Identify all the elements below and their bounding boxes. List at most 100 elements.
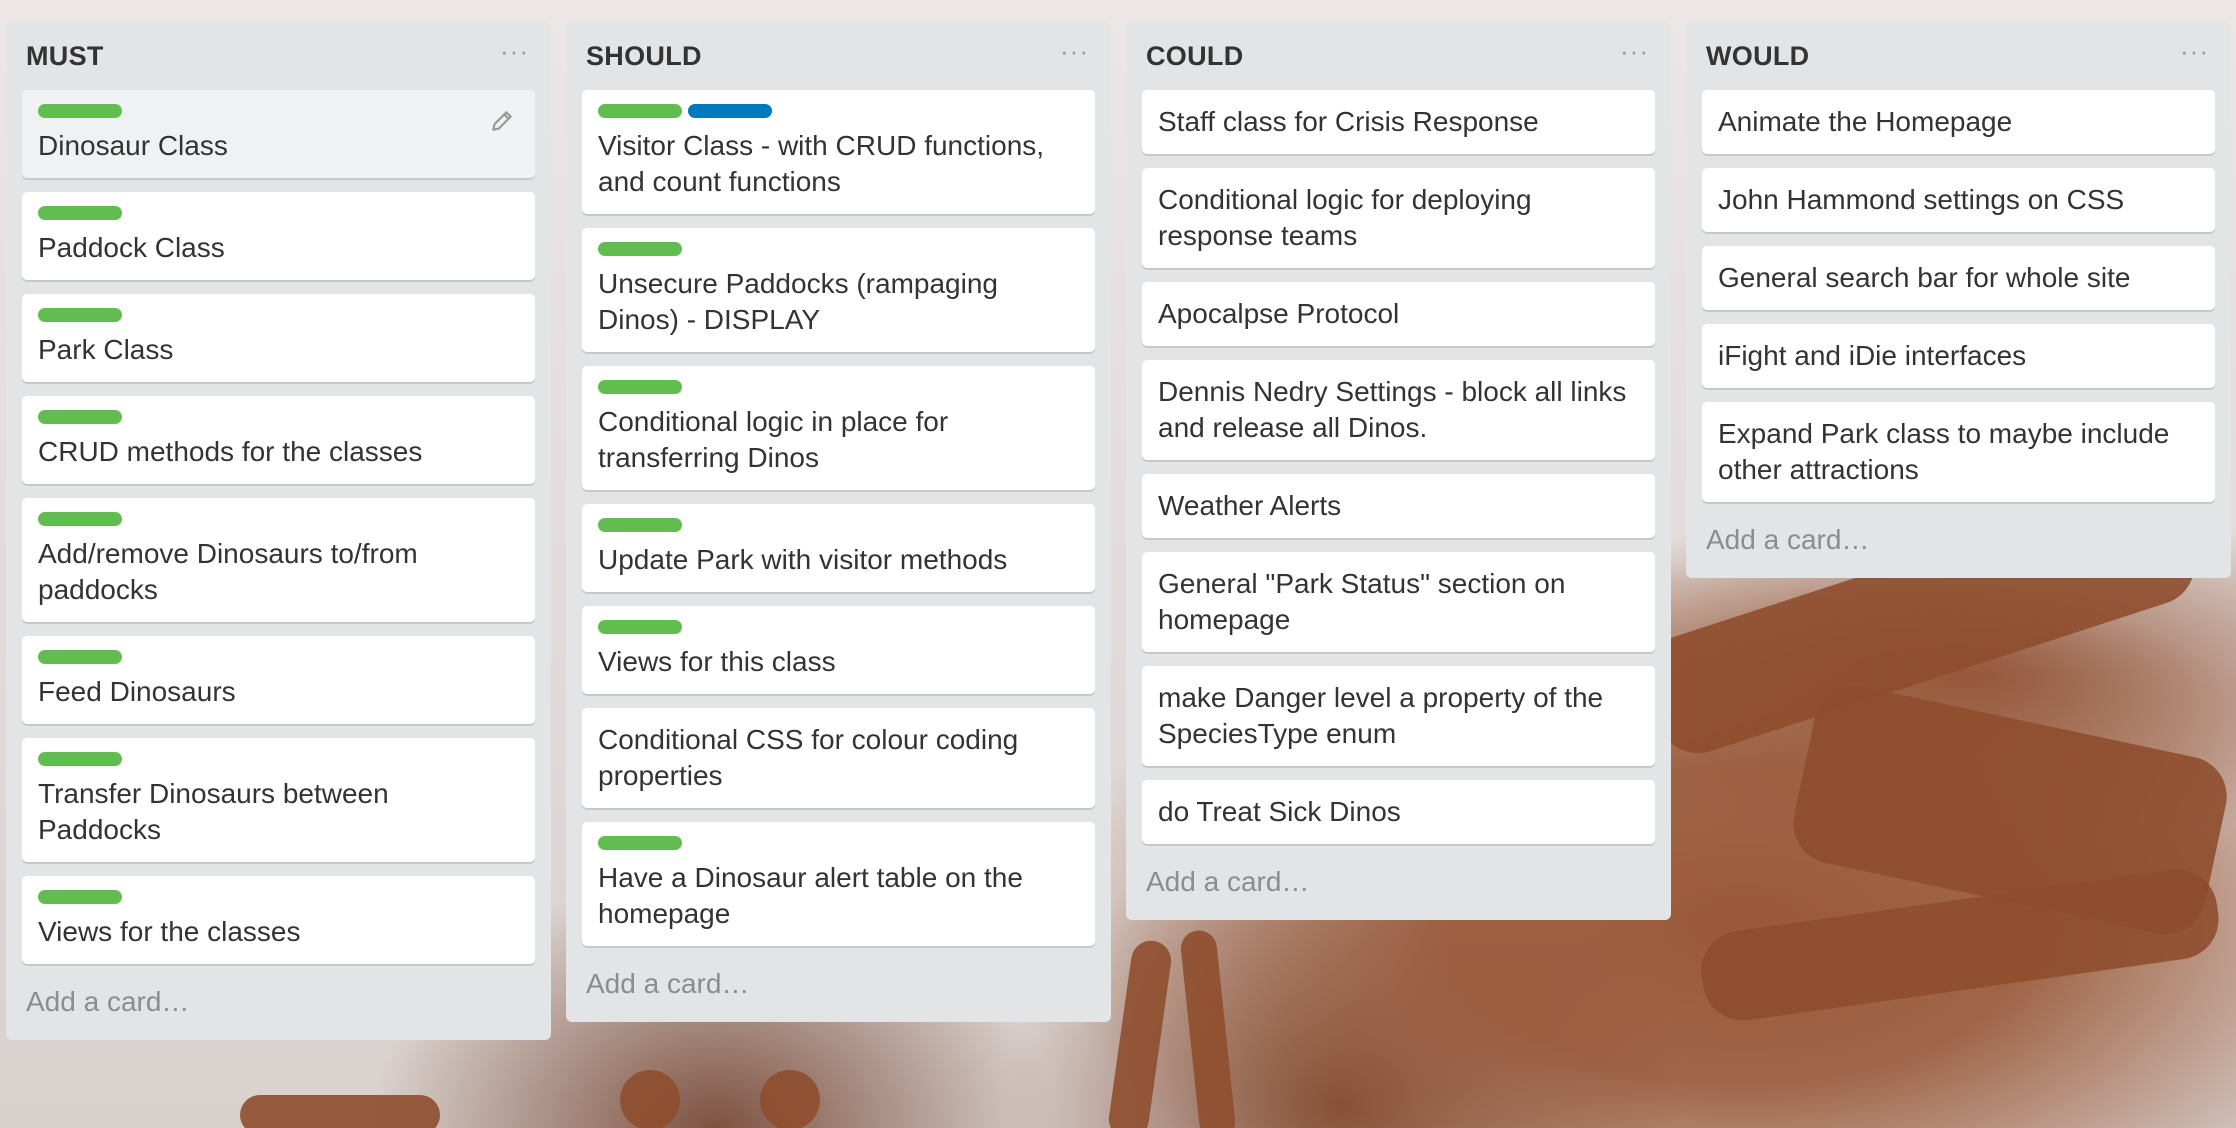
label-green xyxy=(598,518,682,532)
card-labels xyxy=(598,620,1079,634)
card[interactable]: Conditional logic in place for transferr… xyxy=(582,366,1095,490)
card[interactable]: Paddock Class xyxy=(22,192,535,280)
card[interactable]: do Treat Sick Dinos xyxy=(1142,780,1655,844)
add-card-button[interactable]: Add a card… xyxy=(1702,502,2215,578)
card-labels xyxy=(38,512,519,526)
card[interactable]: Add/remove Dinosaurs to/from paddocks xyxy=(22,498,535,622)
card[interactable]: Conditional CSS for colour coding proper… xyxy=(582,708,1095,808)
card[interactable]: Views for the classes xyxy=(22,876,535,964)
card-list: Visitor Class - with CRUD functions, and… xyxy=(582,90,1095,946)
card[interactable]: Visitor Class - with CRUD functions, and… xyxy=(582,90,1095,214)
card[interactable]: CRUD methods for the classes xyxy=(22,396,535,484)
add-card-button[interactable]: Add a card… xyxy=(1142,844,1655,920)
label-green xyxy=(38,206,122,220)
card-title: iFight and iDie interfaces xyxy=(1718,340,2027,371)
label-green xyxy=(38,410,122,424)
card[interactable]: Animate the Homepage xyxy=(1702,90,2215,154)
card-title: Transfer Dinosaurs between Paddocks xyxy=(38,778,389,845)
label-green xyxy=(598,242,682,256)
ellipsis-icon[interactable]: ··· xyxy=(2180,38,2209,74)
pencil-icon[interactable] xyxy=(489,108,515,134)
card[interactable]: General "Park Status" section on homepag… xyxy=(1142,552,1655,652)
card-labels xyxy=(38,308,519,322)
card-labels xyxy=(38,410,519,424)
card-title: Visitor Class - with CRUD functions, and… xyxy=(598,130,1045,197)
card[interactable]: Dennis Nedry Settings - block all links … xyxy=(1142,360,1655,460)
card-title: Views for the classes xyxy=(38,916,301,947)
label-green xyxy=(38,752,122,766)
card-labels xyxy=(598,242,1079,256)
label-blue xyxy=(688,104,772,118)
card[interactable]: Transfer Dinosaurs between Paddocks xyxy=(22,738,535,862)
add-card-button[interactable]: Add a card… xyxy=(582,946,1095,1022)
card-labels xyxy=(38,206,519,220)
card-title: Park Class xyxy=(38,334,174,365)
card[interactable]: Dinosaur Class xyxy=(22,90,535,178)
card[interactable]: Have a Dinosaur alert table on the homep… xyxy=(582,822,1095,946)
card-labels xyxy=(38,752,519,766)
list-title: SHOULD xyxy=(586,40,702,71)
ellipsis-icon[interactable]: ··· xyxy=(500,38,529,74)
card-title: Staff class for Crisis Response xyxy=(1158,106,1539,137)
card-title: Views for this class xyxy=(598,646,836,677)
card[interactable]: iFight and iDie interfaces xyxy=(1702,324,2215,388)
card-labels xyxy=(598,104,1079,118)
card-title: John Hammond settings on CSS xyxy=(1718,184,2125,215)
list-header: COULD ··· xyxy=(1142,22,1655,90)
list-could: COULD ··· Staff class for Crisis Respons… xyxy=(1126,22,1671,920)
label-green xyxy=(598,104,682,118)
label-green xyxy=(598,836,682,850)
list-must: MUST ··· Dinosaur Class Paddock Class Pa… xyxy=(6,22,551,1040)
card-title: Paddock Class xyxy=(38,232,225,263)
card-title: Have a Dinosaur alert table on the homep… xyxy=(598,862,1023,929)
card-list: Staff class for Crisis Response Conditio… xyxy=(1142,90,1655,844)
card[interactable]: Views for this class xyxy=(582,606,1095,694)
card-labels xyxy=(598,380,1079,394)
card-title: Weather Alerts xyxy=(1158,490,1342,521)
list-title: WOULD xyxy=(1706,40,1810,71)
ellipsis-icon[interactable]: ··· xyxy=(1060,38,1089,74)
label-green xyxy=(598,380,682,394)
card-title: Animate the Homepage xyxy=(1718,106,2013,137)
ellipsis-icon[interactable]: ··· xyxy=(1620,38,1649,74)
card-title: CRUD methods for the classes xyxy=(38,436,423,467)
card[interactable]: make Danger level a property of the Spec… xyxy=(1142,666,1655,766)
card-labels xyxy=(598,836,1079,850)
list-header: MUST ··· xyxy=(22,22,535,90)
card-title: do Treat Sick Dinos xyxy=(1158,796,1401,827)
card[interactable]: Park Class xyxy=(22,294,535,382)
card[interactable]: John Hammond settings on CSS xyxy=(1702,168,2215,232)
card-title: make Danger level a property of the Spec… xyxy=(1158,682,1604,749)
card-list: Dinosaur Class Paddock Class Park Class … xyxy=(22,90,535,964)
card[interactable]: Update Park with visitor methods xyxy=(582,504,1095,592)
card-labels xyxy=(38,650,519,664)
label-green xyxy=(38,512,122,526)
add-card-button[interactable]: Add a card… xyxy=(22,964,535,1040)
card[interactable]: Conditional logic for deploying response… xyxy=(1142,168,1655,268)
list-should: SHOULD ··· Visitor Class - with CRUD fun… xyxy=(566,22,1111,1022)
list-header: WOULD ··· xyxy=(1702,22,2215,90)
card-labels xyxy=(38,104,519,118)
card[interactable]: Feed Dinosaurs xyxy=(22,636,535,724)
label-green xyxy=(38,650,122,664)
card-labels xyxy=(38,890,519,904)
card-title: Conditional logic in place for transferr… xyxy=(598,406,949,473)
card[interactable]: Apocalpse Protocol xyxy=(1142,282,1655,346)
card[interactable]: General search bar for whole site xyxy=(1702,246,2215,310)
card-title: Conditional CSS for colour coding proper… xyxy=(598,724,1019,791)
card-list: Animate the Homepage John Hammond settin… xyxy=(1702,90,2215,502)
card-title: Dennis Nedry Settings - block all links … xyxy=(1158,376,1627,443)
card-title: Apocalpse Protocol xyxy=(1158,298,1400,329)
card[interactable]: Unsecure Paddocks (rampaging Dinos) - DI… xyxy=(582,228,1095,352)
card[interactable]: Expand Park class to maybe include other… xyxy=(1702,402,2215,502)
label-green xyxy=(38,308,122,322)
card-title: Add/remove Dinosaurs to/from paddocks xyxy=(38,538,418,605)
card-title: Unsecure Paddocks (rampaging Dinos) - DI… xyxy=(598,268,998,335)
card[interactable]: Weather Alerts xyxy=(1142,474,1655,538)
card-title: Expand Park class to maybe include other… xyxy=(1718,418,2170,485)
label-green xyxy=(38,890,122,904)
board: MUST ··· Dinosaur Class Paddock Class Pa… xyxy=(0,0,2236,1128)
card[interactable]: Staff class for Crisis Response xyxy=(1142,90,1655,154)
list-title: COULD xyxy=(1146,40,1244,71)
card-title: Update Park with visitor methods xyxy=(598,544,1008,575)
